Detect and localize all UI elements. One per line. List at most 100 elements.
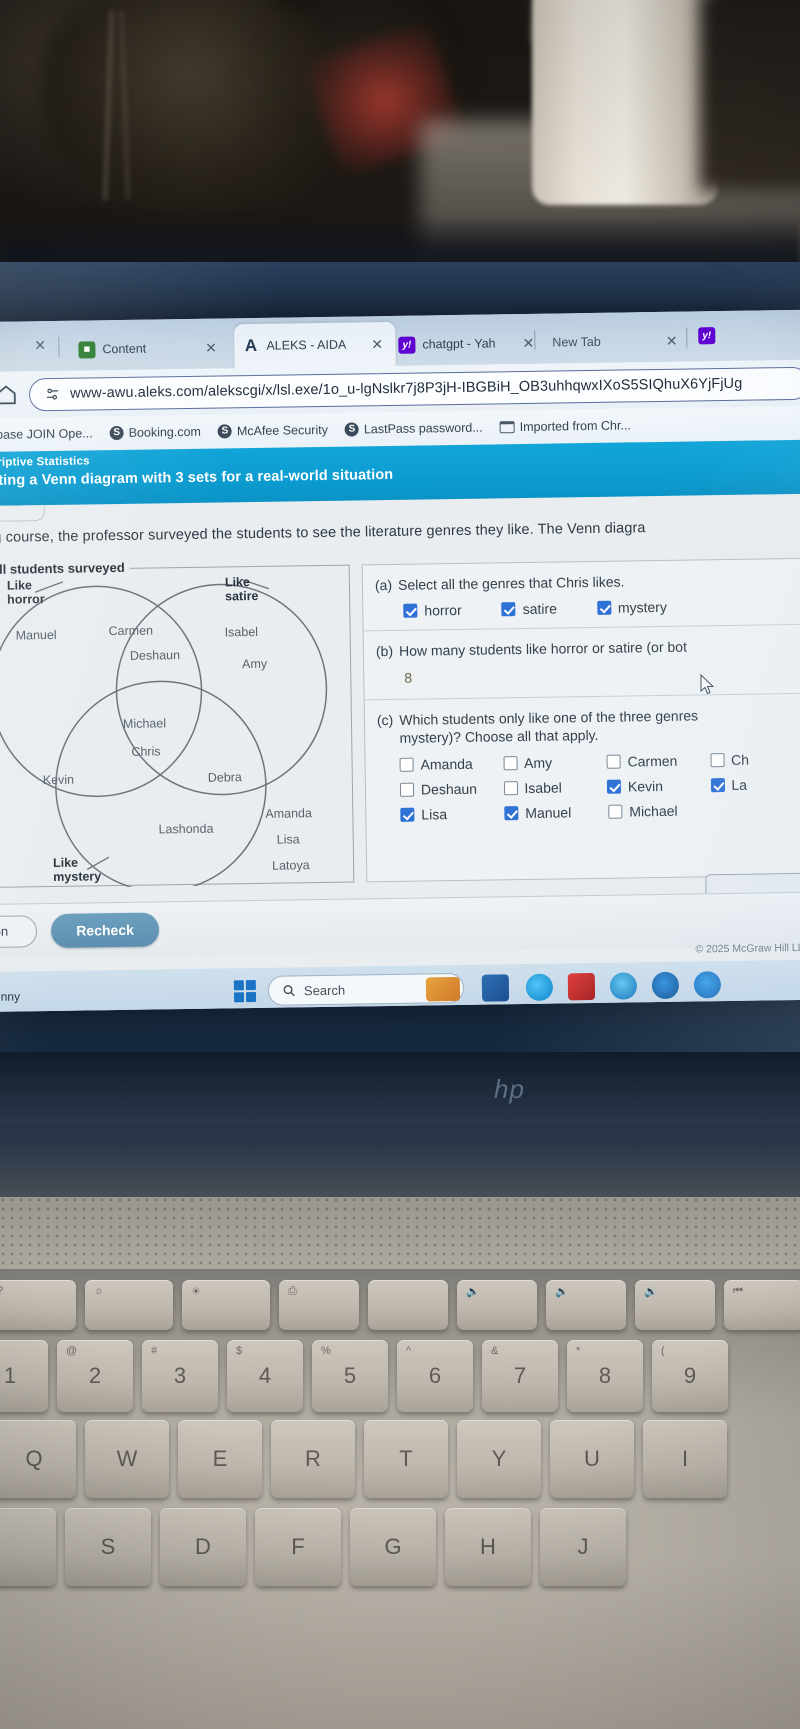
key-4[interactable]: $4: [227, 1340, 303, 1412]
checkbox-icon[interactable]: [399, 757, 414, 772]
key-5[interactable]: % 5: [312, 1340, 388, 1412]
checkbox-manuel[interactable]: Manuel: [504, 804, 608, 822]
key-brightness-down[interactable]: ☼: [85, 1280, 173, 1330]
key-2[interactable]: @2: [57, 1340, 133, 1412]
checkbox-label: Carmen: [627, 752, 678, 770]
opera-icon[interactable]: [651, 971, 680, 1000]
weather-widget[interactable]: sunny: [0, 990, 20, 1005]
checkbox-icon[interactable]: [606, 779, 622, 794]
key-9[interactable]: (9: [652, 1340, 728, 1412]
checkbox-carmen[interactable]: Carmen: [606, 752, 710, 770]
key-g[interactable]: G: [350, 1508, 436, 1586]
checkbox-deshaun[interactable]: Deshaun: [399, 780, 504, 798]
checkbox-mystery[interactable]: mystery: [596, 599, 667, 616]
windows-icon[interactable]: [233, 980, 257, 1003]
address-bar[interactable]: www-awu.aleks.com/alekscgi/x/lsl.exe/1o_…: [28, 366, 800, 411]
checkbox-label: horror: [424, 602, 462, 619]
checkbox-horror[interactable]: horror: [403, 602, 462, 619]
mcafee-icon[interactable]: [567, 972, 596, 1001]
tab-chatgpt[interactable]: y! chatgpt - Yah ✕: [390, 323, 547, 365]
checkbox-icon[interactable]: [501, 602, 516, 617]
checkbox-chris[interactable]: Ch: [709, 751, 800, 769]
checkbox-icon[interactable]: [606, 754, 621, 769]
bookmark-item[interactable]: Booking.com: [109, 425, 201, 441]
checkbox-icon[interactable]: [608, 804, 623, 819]
tab-content[interactable]: ■ Content ✕: [70, 327, 229, 369]
key-1[interactable]: 1: [0, 1340, 48, 1412]
answer-input-b[interactable]: 8: [404, 664, 800, 686]
key-display[interactable]: ⎙: [279, 1280, 359, 1330]
key-8[interactable]: * 8: [567, 1340, 643, 1412]
tab-new[interactable]: New Tab ✕: [544, 321, 690, 363]
explanation-button-bottom[interactable]: ation: [0, 914, 38, 949]
yahoo-icon: y!: [698, 327, 716, 345]
tab-aleks[interactable]: A ALEKS - AIDA ✕: [234, 321, 396, 369]
site-settings-icon[interactable]: [44, 385, 61, 402]
key-r[interactable]: R: [271, 1420, 355, 1498]
globe-icon: [344, 422, 360, 437]
key-fn[interactable]: ?: [0, 1280, 76, 1330]
key-j[interactable]: J: [540, 1508, 626, 1586]
checkbox-icon[interactable]: [596, 601, 612, 616]
widgets-icon[interactable]: [425, 976, 461, 1002]
checkbox-icon[interactable]: [710, 777, 725, 793]
tab-close-icon-4[interactable]: ✕: [662, 332, 682, 349]
home-icon[interactable]: [0, 381, 19, 407]
checkbox-icon[interactable]: [399, 782, 415, 797]
tab-close-icon-0[interactable]: ✕: [30, 337, 50, 354]
checkbox-lisa[interactable]: Lisa: [400, 805, 504, 823]
checkbox-icon[interactable]: [403, 604, 418, 619]
key-volume-up[interactable]: 🔊: [635, 1280, 715, 1330]
key-mute[interactable]: 🔈: [457, 1280, 537, 1330]
checkbox-amy[interactable]: Amy: [502, 754, 607, 772]
firefox-icon[interactable]: [609, 972, 638, 1000]
tab-label: New Tab: [552, 334, 601, 350]
key-volume-down[interactable]: 🔉: [546, 1280, 626, 1330]
page-tab-notch: [0, 505, 45, 523]
question-marker: (c): [376, 711, 394, 729]
question-marker: (a): [374, 576, 393, 594]
checkbox-kevin[interactable]: Kevin: [606, 777, 711, 795]
key-previous-track[interactable]: ⏮: [724, 1280, 800, 1330]
key-y[interactable]: Y: [457, 1420, 541, 1498]
checkbox-icon[interactable]: [502, 755, 518, 771]
laptop-body: hp ? ☼ ☀ ⎙ 🔈 🔉 🔊 ⏮ 1 @2 #3 $4 %5 ^6 &7 *…: [0, 1052, 800, 1729]
tab-close-icon-1[interactable]: ✕: [201, 339, 221, 356]
key-q[interactable]: Q: [0, 1420, 76, 1498]
key-7[interactable]: & 7: [482, 1340, 558, 1412]
checkbox-amanda[interactable]: Amanda: [399, 755, 503, 773]
edge-icon[interactable]: [525, 973, 554, 1002]
bookmark-item[interactable]: LastPass password...: [344, 420, 483, 437]
key-t[interactable]: T: [364, 1420, 448, 1498]
bookmark-label: LastPass password...: [363, 420, 483, 437]
key-a[interactable]: [0, 1508, 56, 1586]
key-u[interactable]: U: [550, 1420, 634, 1498]
key-f[interactable]: F: [255, 1508, 341, 1586]
key-i[interactable]: I: [643, 1420, 727, 1498]
taskbar-app-icon[interactable]: [481, 974, 510, 1002]
checkbox-icon[interactable]: [503, 780, 518, 796]
recheck-button[interactable]: Recheck: [50, 911, 160, 948]
checkbox-icon[interactable]: [400, 807, 415, 822]
checkbox-michael[interactable]: Michael: [608, 802, 712, 820]
key-blank[interactable]: [368, 1280, 448, 1330]
checkbox-isabel[interactable]: Isabel: [503, 779, 607, 797]
key-h[interactable]: H: [445, 1508, 531, 1586]
checkbox-satire[interactable]: satire: [501, 601, 557, 618]
checkbox-lashonda[interactable]: La: [710, 776, 800, 794]
bookmark-item[interactable]: McAfee Security: [217, 423, 328, 439]
checkbox-label: Ch: [730, 751, 750, 768]
checkbox-icon[interactable]: [504, 805, 519, 821]
key-e[interactable]: E: [178, 1420, 262, 1498]
bookmark-item[interactable]: Imported from Chr...: [499, 418, 631, 434]
key-d[interactable]: D: [160, 1508, 246, 1586]
key-6[interactable]: ^ 6: [397, 1340, 473, 1412]
key-w[interactable]: W: [85, 1420, 169, 1498]
key-s[interactable]: S: [65, 1508, 151, 1586]
key-brightness-up[interactable]: ☀: [182, 1280, 270, 1330]
checkbox-icon[interactable]: [709, 752, 725, 768]
bookmark-item[interactable]: Database JOIN Ope...: [0, 426, 93, 442]
chrome-icon[interactable]: [693, 971, 722, 999]
tab-close-icon-2[interactable]: ✕: [367, 335, 387, 352]
key-3[interactable]: #3: [142, 1340, 218, 1412]
